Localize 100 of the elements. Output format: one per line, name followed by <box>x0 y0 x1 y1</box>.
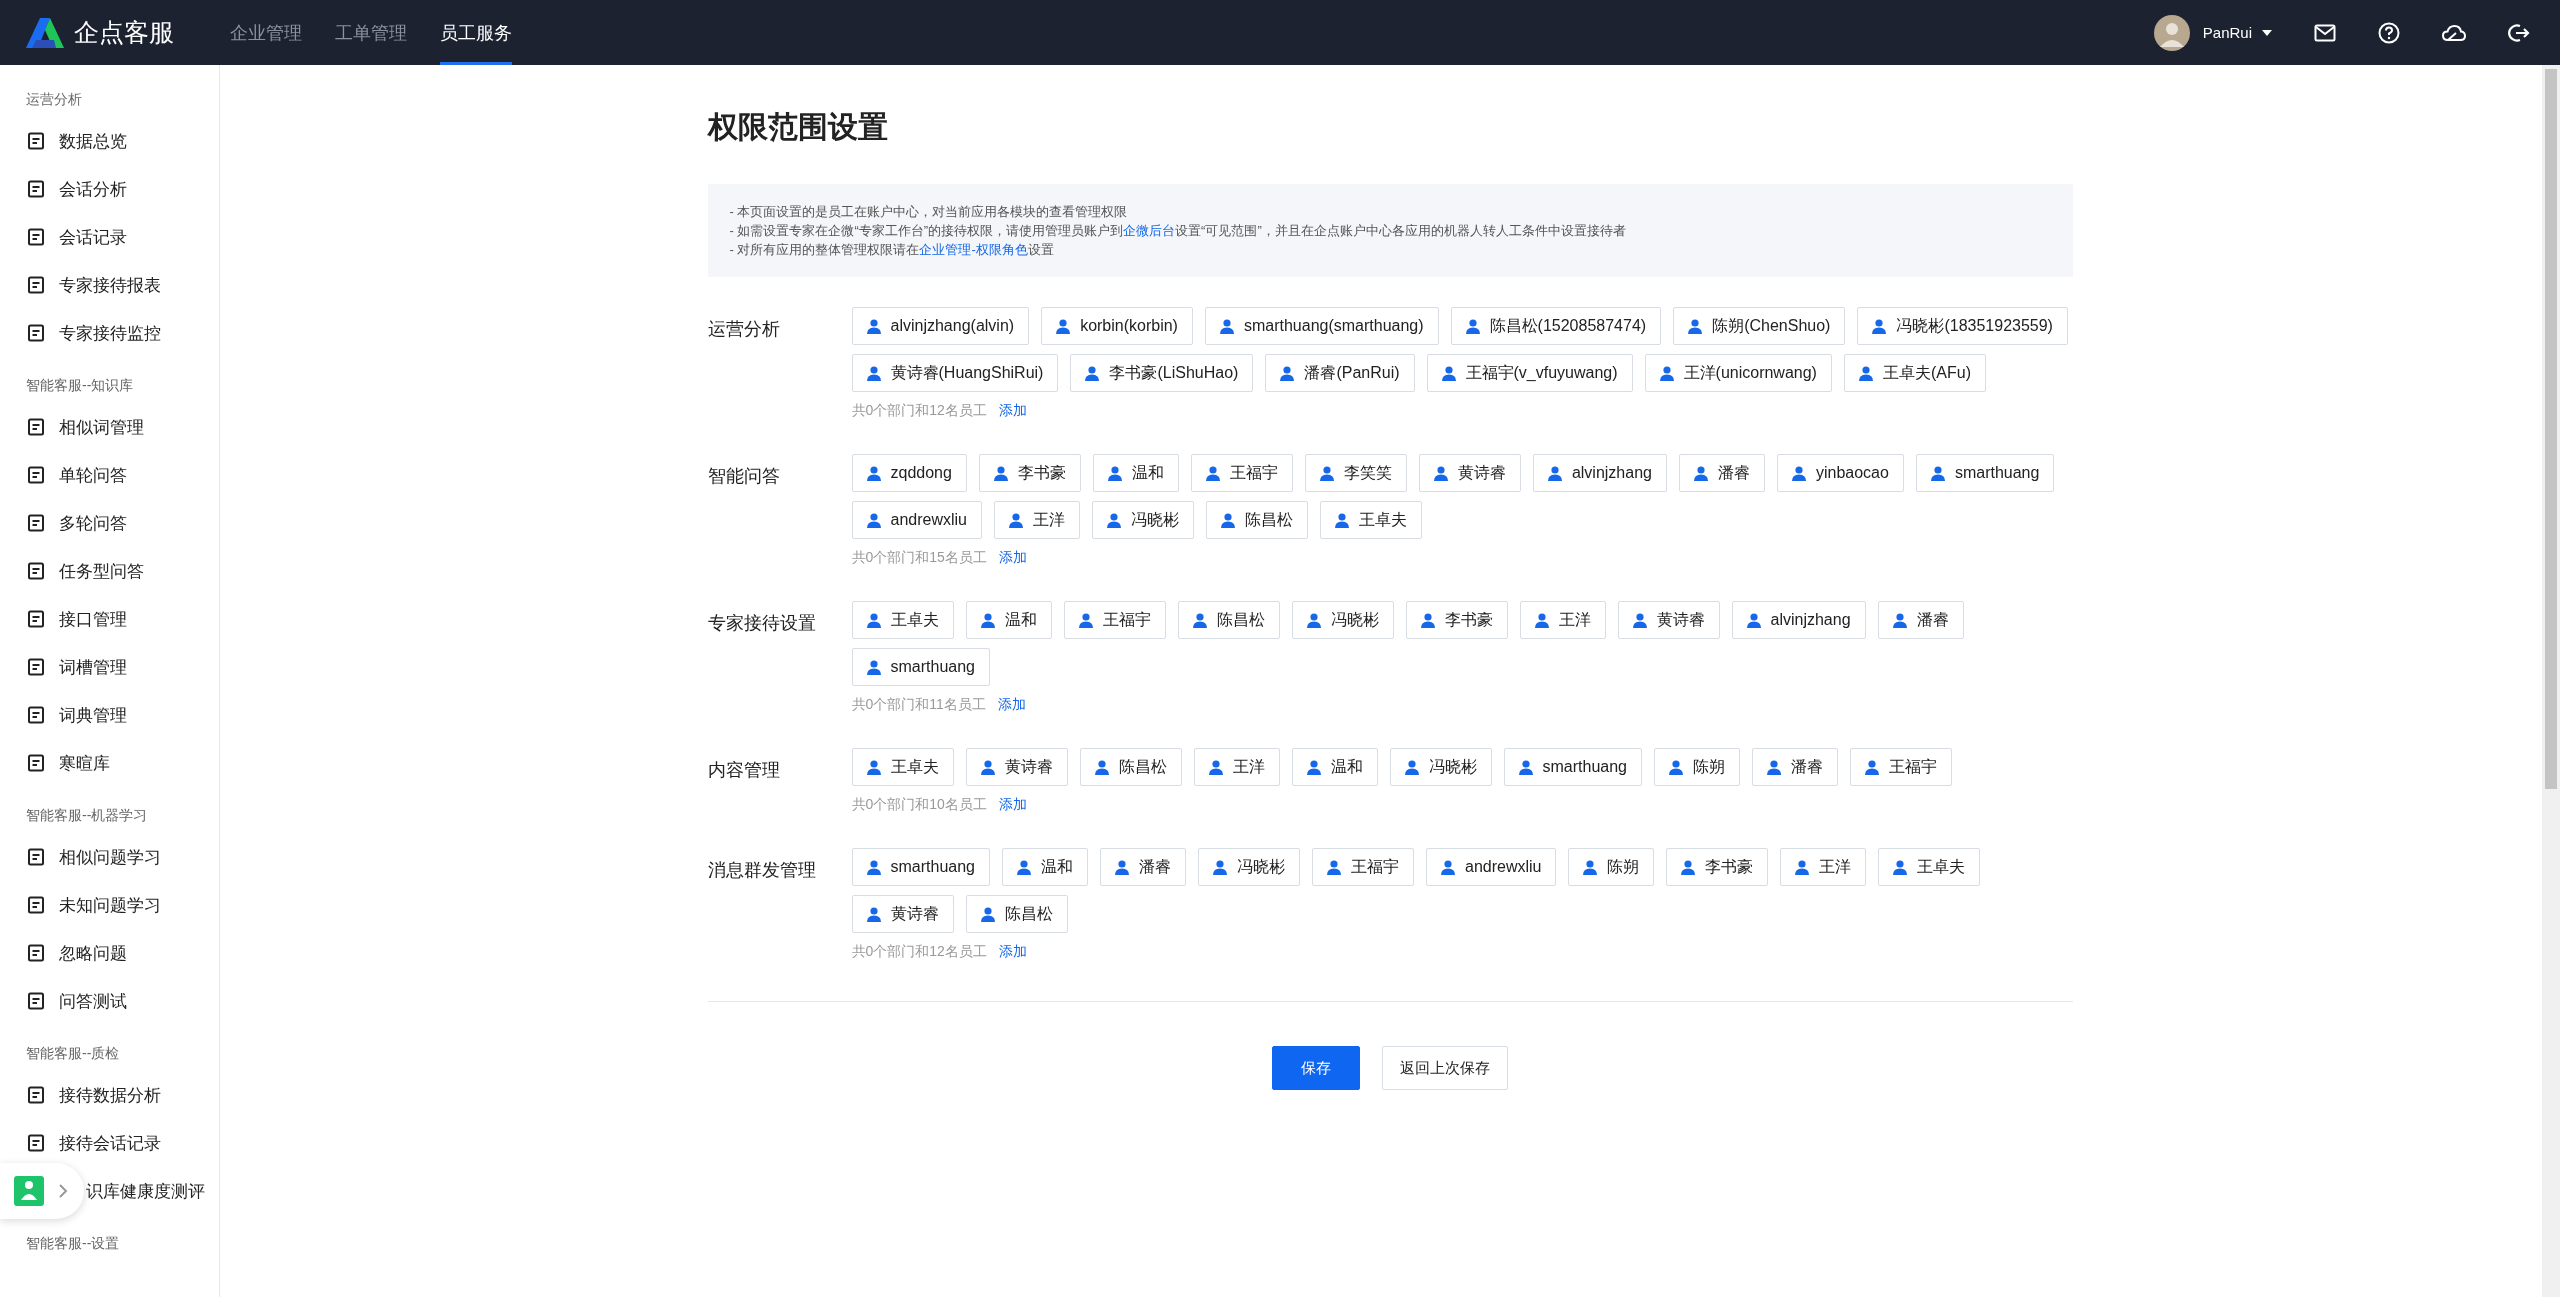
sidebar-item[interactable]: 数据总览 <box>0 117 219 165</box>
member-tag[interactable]: 陈昌松 <box>1079 748 1182 786</box>
member-tag[interactable]: 陈昌松 <box>1206 501 1308 539</box>
restore-button[interactable]: 返回上次保存 <box>1382 1046 1508 1090</box>
user-name[interactable]: PanRui <box>2202 24 2252 41</box>
member-tag[interactable]: 温和 <box>1002 848 1088 886</box>
member-tag[interactable]: 黄诗睿 <box>1617 601 1720 639</box>
nav-tab[interactable]: 企业管理 <box>230 0 302 65</box>
member-tag[interactable]: andrewxliu <box>851 501 982 539</box>
member-tag[interactable]: 王洋(unicornwang) <box>1644 354 1832 392</box>
member-tag[interactable]: smarthuang <box>1915 454 2055 492</box>
sidebar-item[interactable]: 词典管理 <box>0 691 219 739</box>
member-tag[interactable]: 陈朔 <box>1654 748 1740 786</box>
sidebar-item[interactable]: 专家接待监控 <box>0 309 219 357</box>
member-tag[interactable]: 冯晓彬(18351923559) <box>1857 307 2068 345</box>
nav-tab[interactable]: 员工服务 <box>440 0 512 65</box>
member-tag[interactable]: 王卓夫 <box>1320 501 1422 539</box>
member-tag[interactable]: smarthuang(smarthuang) <box>1204 307 1439 345</box>
logout-icon[interactable] <box>2508 22 2530 43</box>
chevron-icon[interactable] <box>58 1183 68 1199</box>
mail-icon[interactable] <box>2314 23 2336 42</box>
member-tag[interactable]: 王洋 <box>994 501 1080 539</box>
member-tag[interactable]: 王卓夫 <box>851 748 954 786</box>
member-tag[interactable]: alvinjzhang <box>1731 601 1866 639</box>
member-tag[interactable]: 黄诗睿 <box>1418 454 1521 492</box>
caret-icon[interactable] <box>2262 29 2272 36</box>
member-tag[interactable]: 黄诗睿 <box>965 748 1068 786</box>
sidebar-item[interactable]: 单轮问答 <box>0 451 219 499</box>
member-tag[interactable]: 王福宇 <box>1312 848 1414 886</box>
notice-link[interactable]: 企业管理-权限角色 <box>919 242 1028 257</box>
member-tag[interactable]: 冯晓彬 <box>1389 748 1492 786</box>
sidebar-item[interactable]: 问答测试 <box>0 977 219 1025</box>
add-link[interactable]: 添加 <box>998 796 1027 814</box>
scrollbar-thumb[interactable] <box>2545 69 2557 789</box>
member-tag[interactable]: 王福宇 <box>1190 454 1293 492</box>
member-tag[interactable]: 王福宇 <box>1063 601 1166 639</box>
member-tag[interactable]: 冯晓彬 <box>1198 848 1300 886</box>
sidebar-item[interactable]: 接待数据分析 <box>0 1071 219 1119</box>
member-tag[interactable]: smarthuang <box>1503 748 1642 786</box>
member-tag[interactable]: 陈朔(ChenShuo) <box>1673 307 1846 345</box>
member-tag[interactable]: 王卓夫 <box>851 601 954 639</box>
member-tag[interactable]: 王卓夫(AFu) <box>1843 354 1986 392</box>
member-tag[interactable]: smarthuang <box>851 848 990 886</box>
member-tag[interactable]: 李书豪(LiShuHao) <box>1070 354 1254 392</box>
member-tag[interactable]: korbin(korbin) <box>1041 307 1193 345</box>
add-link[interactable]: 添加 <box>998 943 1027 961</box>
member-tag[interactable]: 温和 <box>1092 454 1179 492</box>
sidebar-item[interactable]: 词槽管理 <box>0 643 219 691</box>
member-tag[interactable]: 王福宇 <box>1850 748 1952 786</box>
sidebar-item[interactable]: 未知问题学习 <box>0 881 219 929</box>
member-tag[interactable]: 潘睿 <box>1752 748 1838 786</box>
member-tag[interactable]: 陈昌松(15208587474) <box>1450 307 1662 345</box>
sidebar-item[interactable]: 专家接待报表 <box>0 261 219 309</box>
sidebar-item[interactable]: 识库健康度测评 <box>86 1179 205 1203</box>
member-tag[interactable]: 陈朔 <box>1568 848 1655 886</box>
member-tag[interactable]: 潘睿 <box>1678 454 1765 492</box>
member-tag[interactable]: 王福宇(v_vfuyuwang) <box>1426 354 1633 392</box>
member-tag[interactable]: 王洋 <box>1519 601 1606 639</box>
member-tag[interactable]: alvinjzhang(alvin) <box>851 307 1030 345</box>
sidebar-item[interactable]: 相似问题学习 <box>0 833 219 881</box>
add-link[interactable]: 添加 <box>998 549 1027 567</box>
sidebar-item[interactable]: 接待会话记录 <box>0 1119 219 1167</box>
member-tag[interactable]: 陈昌松 <box>1177 601 1280 639</box>
member-tag[interactable]: 李书豪 <box>1405 601 1508 639</box>
member-tag[interactable]: 冯晓彬 <box>1291 601 1394 639</box>
member-tag[interactable]: alvinjzhang <box>1532 454 1667 492</box>
member-tag[interactable]: 温和 <box>1291 748 1378 786</box>
save-button[interactable]: 保存 <box>1272 1046 1360 1090</box>
sidebar-item[interactable]: 相似词管理 <box>0 403 219 451</box>
sidebar-item[interactable]: 忽略问题 <box>0 929 219 977</box>
sidebar-item[interactable]: 接口管理 <box>0 595 219 643</box>
member-tag[interactable]: 潘睿 <box>1100 848 1186 886</box>
add-link[interactable]: 添加 <box>997 696 1026 714</box>
member-tag[interactable]: 冯晓彬 <box>1092 501 1194 539</box>
avatar-icon[interactable] <box>2153 14 2190 51</box>
member-tag[interactable]: 黄诗睿 <box>851 895 954 933</box>
cloud-icon[interactable] <box>2442 23 2466 42</box>
member-tag[interactable]: 王洋 <box>1193 748 1280 786</box>
sidebar-item[interactable]: 任务型问答 <box>0 547 219 595</box>
member-tag[interactable]: 陈昌松 <box>965 895 1068 933</box>
notice-link[interactable]: 企微后台 <box>1123 223 1176 238</box>
member-tag[interactable]: zqddong <box>851 454 967 492</box>
member-tag[interactable]: 王洋 <box>1780 848 1867 886</box>
member-tag[interactable]: 李笑笑 <box>1304 454 1407 492</box>
member-tag[interactable]: yinbaocao <box>1776 454 1904 492</box>
sidebar-item[interactable]: 寒暄库 <box>0 739 219 787</box>
member-tag[interactable]: andrewxliu <box>1426 848 1557 886</box>
member-tag[interactable]: 潘睿 <box>1877 601 1964 639</box>
member-tag[interactable]: 潘睿(PanRui) <box>1265 354 1415 392</box>
member-tag[interactable]: 黄诗睿(HuangShiRui) <box>851 354 1059 392</box>
sidebar-item[interactable]: 会话记录 <box>0 213 219 261</box>
member-tag[interactable]: 王卓夫 <box>1878 848 1981 886</box>
member-tag[interactable]: smarthuang <box>851 648 990 686</box>
help-icon[interactable] <box>2378 21 2400 44</box>
sidebar-item[interactable]: 会话分析 <box>0 165 219 213</box>
member-tag[interactable]: 李书豪 <box>978 454 1081 492</box>
member-tag[interactable]: 李书豪 <box>1666 848 1769 886</box>
add-link[interactable]: 添加 <box>998 402 1027 420</box>
scrollbar[interactable] <box>2542 65 2560 1297</box>
sidebar-item[interactable]: 多轮问答 <box>0 499 219 547</box>
